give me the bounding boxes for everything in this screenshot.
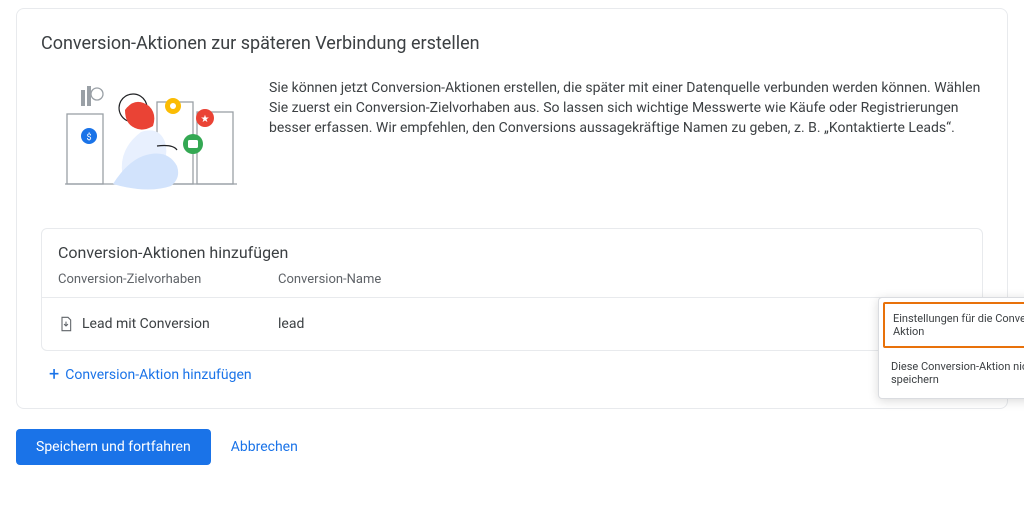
row-goal-label: Lead mit Conversion: [82, 316, 210, 332]
document-download-icon: [58, 316, 74, 332]
menu-item-conversion-settings[interactable]: Einstellungen für die Conversion-Aktion: [883, 302, 1024, 348]
illustration-svg: $ ★: [41, 74, 241, 204]
table-row: Lead mit Conversion lead Einst: [42, 298, 982, 350]
card-description: Sie können jetzt Conversion-Aktionen ers…: [269, 74, 983, 138]
save-continue-button[interactable]: Speichern und fortfahren: [16, 429, 211, 465]
table-column-row: Conversion-Zielvorhaben Conversion-Name: [58, 272, 966, 287]
row-goal-cell: Lead mit Conversion: [58, 316, 278, 332]
card-title: Conversion-Aktionen zur späteren Verbind…: [41, 33, 983, 54]
table-header: Conversion-Aktionen hinzufügen Conversio…: [42, 229, 982, 298]
column-goal: Conversion-Zielvorhaben: [58, 272, 278, 287]
column-name: Conversion-Name: [278, 272, 966, 287]
menu-item-discard-conversion[interactable]: Diese Conversion-Aktion nicht speichern: [879, 350, 1024, 396]
intro-row: $ ★ Sie können jetzt Conversion-Aktionen…: [41, 74, 983, 204]
cancel-button[interactable]: Abbrechen: [227, 429, 302, 465]
row-action-menu: Einstellungen für die Conversion-Aktion …: [878, 297, 1024, 399]
illustration-person: $ ★: [41, 74, 241, 204]
conversion-create-card: Conversion-Aktionen zur späteren Verbind…: [16, 8, 1008, 409]
footer-buttons: Speichern und fortfahren Abbrechen: [16, 429, 1008, 465]
add-conversion-action-link[interactable]: + Conversion-Aktion hinzufügen: [41, 367, 252, 383]
svg-text:★: ★: [201, 114, 210, 125]
plus-icon: +: [49, 368, 59, 382]
svg-text:$: $: [86, 132, 91, 143]
table-heading: Conversion-Aktionen hinzufügen: [58, 243, 966, 262]
row-name-cell: lead: [278, 316, 931, 332]
conversion-actions-table: Conversion-Aktionen hinzufügen Conversio…: [41, 228, 983, 351]
add-link-label: Conversion-Aktion hinzufügen: [65, 367, 251, 383]
